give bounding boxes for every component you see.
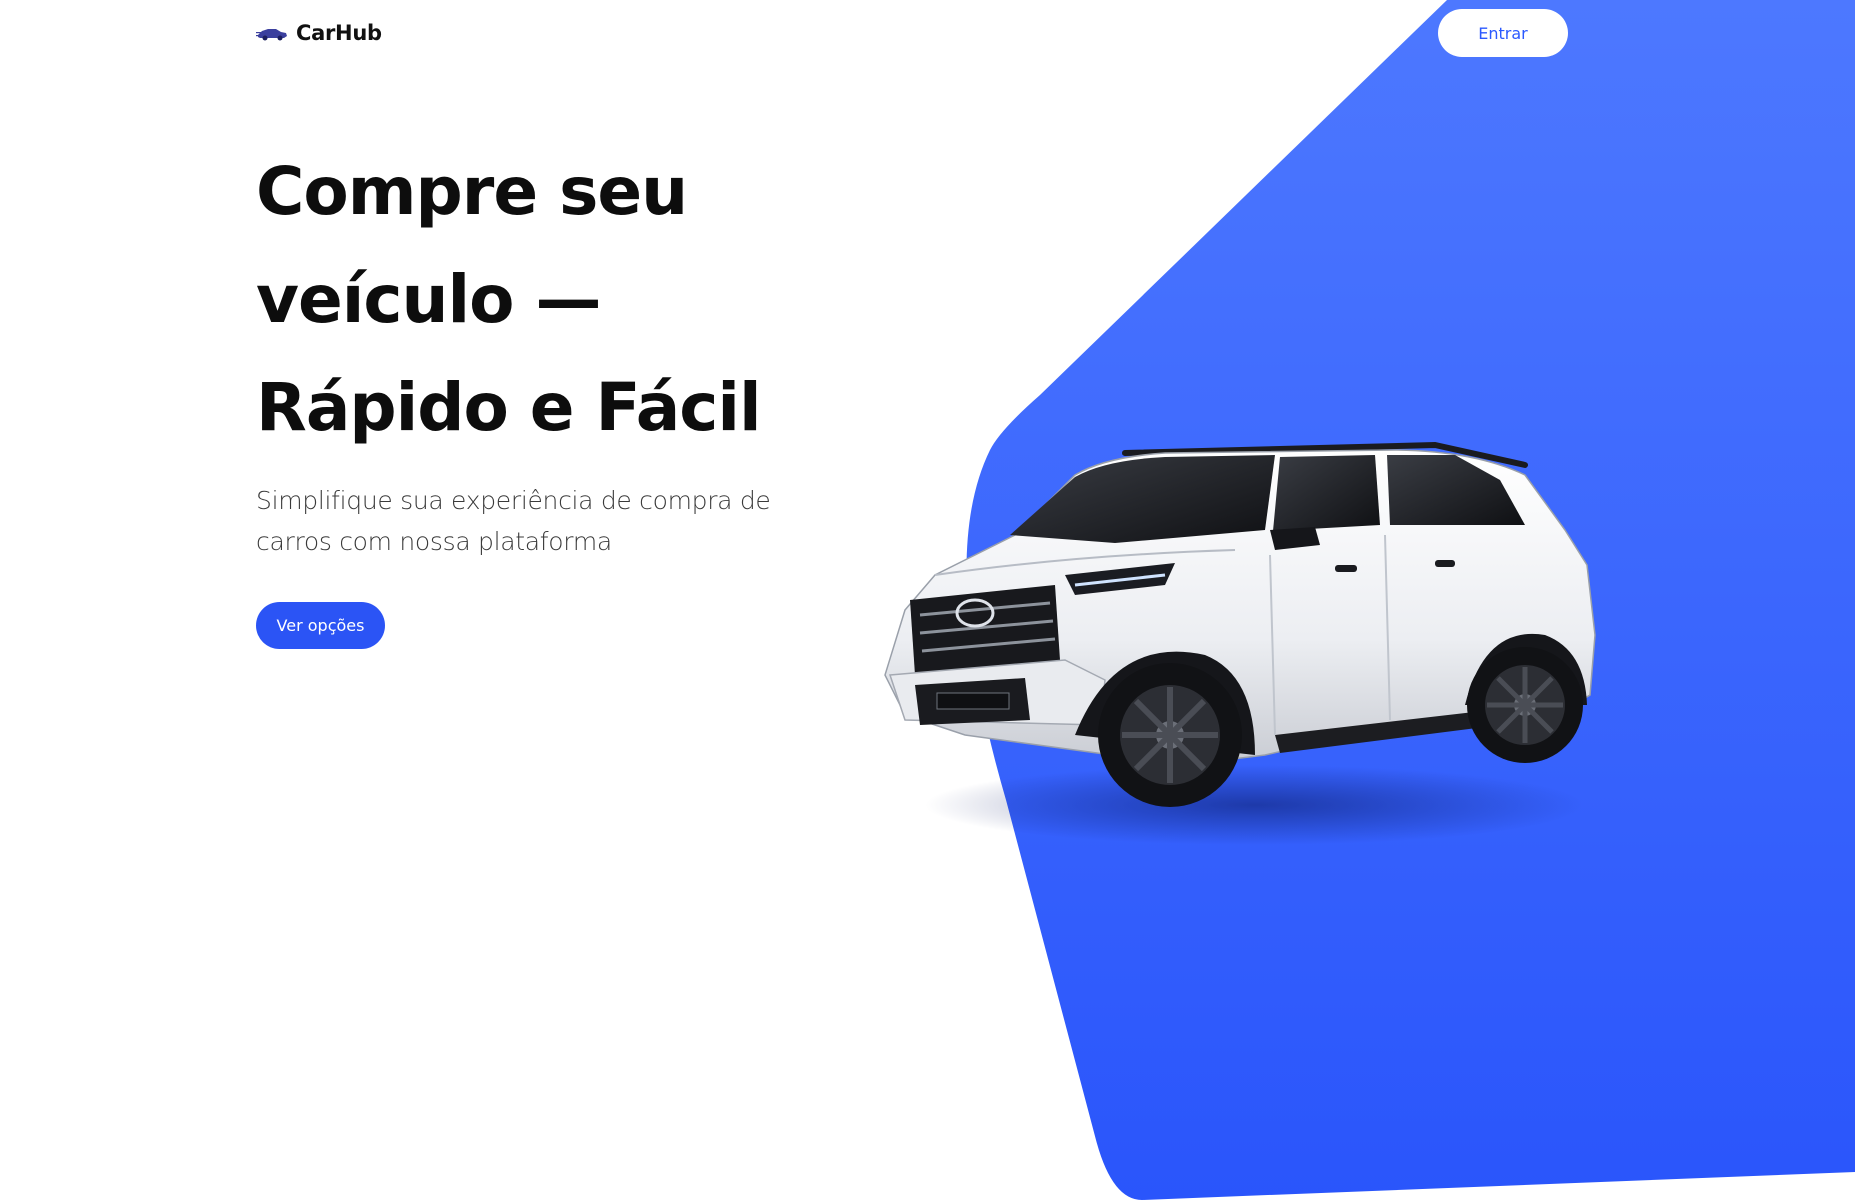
- hero-title-line-2: veículo —: [256, 261, 601, 338]
- brand-logo[interactable]: CarHub: [256, 18, 382, 48]
- landing-page: CarHub Entrar Compre seu veículo — Rápid…: [0, 0, 1855, 1200]
- suv-car-image: [884, 441, 1596, 845]
- brand-name: CarHub: [296, 21, 382, 45]
- hero-title-line-3: Rápido e Fácil: [256, 369, 762, 446]
- login-button[interactable]: Entrar: [1438, 9, 1568, 57]
- view-options-button[interactable]: Ver opções: [256, 602, 385, 649]
- hero-subtitle: Simplifique sua experiência de compra de…: [256, 486, 771, 556]
- hero-title: Compre seu veículo — Rápido e Fácil: [256, 138, 816, 462]
- car-icon: [256, 29, 287, 41]
- hero-title-line-1: Compre seu: [256, 153, 688, 230]
